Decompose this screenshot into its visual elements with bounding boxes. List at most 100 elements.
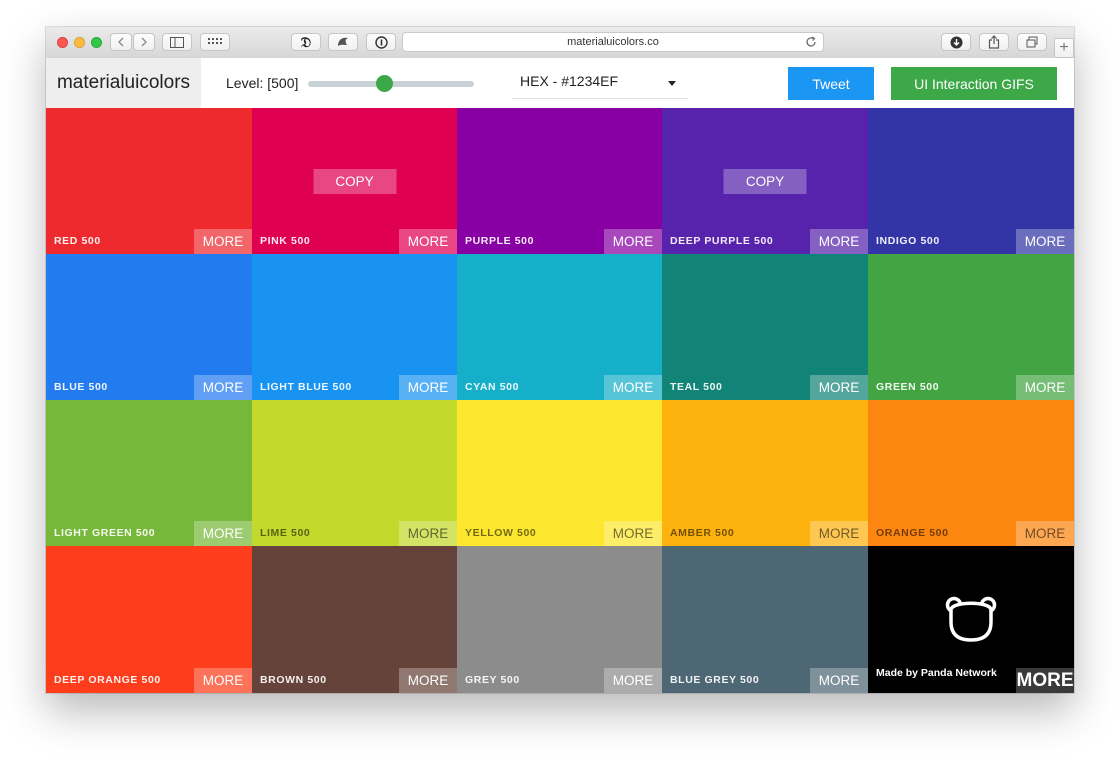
color-name-label: ORANGE 500: [876, 527, 949, 539]
app-header: materialuicolors Level: [500] HEX - #123…: [46, 58, 1074, 108]
reload-icon[interactable]: [805, 36, 817, 48]
more-button[interactable]: MORE: [399, 229, 457, 254]
color-tile-lime-500[interactable]: LIME 500 MORE: [252, 400, 457, 546]
color-tile-indigo-500[interactable]: INDIGO 500 MORE: [868, 108, 1074, 254]
color-tile-brown-500[interactable]: BROWN 500 MORE: [252, 546, 457, 693]
copy-button[interactable]: COPY: [723, 169, 807, 194]
tweet-button[interactable]: Tweet: [788, 67, 874, 100]
chevron-left-icon: [118, 37, 124, 47]
more-button[interactable]: MORE: [604, 375, 662, 400]
more-button[interactable]: MORE: [1016, 375, 1074, 400]
more-button[interactable]: MORE: [399, 375, 457, 400]
more-button[interactable]: MORE: [399, 668, 457, 693]
color-name-label: AMBER 500: [670, 527, 735, 539]
download-icon: [950, 36, 962, 48]
more-button[interactable]: MORE: [810, 668, 868, 693]
share-icon: [988, 35, 1000, 49]
color-name-label: INDIGO 500: [876, 235, 940, 247]
more-button[interactable]: MORE: [1016, 668, 1074, 693]
site-logo[interactable]: materialuicolors: [46, 58, 201, 108]
more-button[interactable]: MORE: [194, 229, 252, 254]
color-tile-cyan-500[interactable]: CYAN 500 MORE: [457, 254, 662, 400]
more-button[interactable]: MORE: [810, 229, 868, 254]
made-by-panda-text[interactable]: Made by Panda Network: [876, 667, 997, 679]
panda-icon: [945, 596, 997, 642]
bird-icon: [338, 37, 348, 46]
color-tile-deep-purple-500[interactable]: COPY DEEP PURPLE 500 MORE: [662, 108, 868, 254]
color-name-label: CYAN 500: [465, 381, 520, 393]
color-name-label: BLUE GREY 500: [670, 674, 760, 686]
caret-down-icon: [668, 81, 676, 86]
more-button[interactable]: MORE: [604, 521, 662, 546]
color-tile-green-500[interactable]: GREEN 500 MORE: [868, 254, 1074, 400]
more-button[interactable]: MORE: [194, 521, 252, 546]
minimize-window-button[interactable]: [74, 37, 85, 48]
url-text: materialuicolors.co: [567, 36, 659, 48]
color-name-label: TEAL 500: [670, 381, 723, 393]
plus-icon: +: [1059, 39, 1069, 56]
color-tile-grey-500[interactable]: GREY 500 MORE: [457, 546, 662, 693]
color-name-label: LIGHT BLUE 500: [260, 381, 352, 393]
share-button[interactable]: [979, 33, 1009, 51]
color-name-label: GREEN 500: [876, 381, 940, 393]
password-manager-button[interactable]: [366, 33, 396, 51]
show-tabs-button[interactable]: [1017, 33, 1047, 51]
color-tile-red-500[interactable]: RED 500 MORE: [46, 108, 252, 254]
color-tile-blue-grey-500[interactable]: BLUE GREY 500 MORE: [662, 546, 868, 693]
color-name-label: DEEP PURPLE 500: [670, 235, 774, 247]
ui-interaction-gifs-button[interactable]: UI Interaction GIFS: [891, 67, 1057, 100]
color-grid: RED 500 MORE COPY PINK 500 MORE PURPLE 500 MOR…: [46, 108, 1074, 693]
color-tile-light-blue-500[interactable]: LIGHT BLUE 500 MORE: [252, 254, 457, 400]
color-name-label: GREY 500: [465, 674, 520, 686]
more-button[interactable]: MORE: [194, 375, 252, 400]
back-button[interactable]: [110, 33, 132, 51]
downloads-button[interactable]: [941, 33, 971, 51]
chevron-right-icon: [141, 37, 147, 47]
panda-network-tile[interactable]: Made by Panda Network MORE: [868, 546, 1074, 693]
color-tile-teal-500[interactable]: TEAL 500 MORE: [662, 254, 868, 400]
more-button[interactable]: MORE: [604, 229, 662, 254]
d-logo-icon: 𝔇: [300, 33, 312, 50]
browser-window: 𝔇 materialuicolors.co + materialuicolors…: [46, 27, 1074, 693]
more-button[interactable]: MORE: [810, 375, 868, 400]
more-button[interactable]: MORE: [810, 521, 868, 546]
level-slider-thumb[interactable]: [376, 75, 393, 92]
color-tile-amber-500[interactable]: AMBER 500 MORE: [662, 400, 868, 546]
color-name-label: PINK 500: [260, 235, 311, 247]
info-circle-icon: [374, 35, 388, 49]
more-button[interactable]: MORE: [399, 521, 457, 546]
color-tile-yellow-500[interactable]: YELLOW 500 MORE: [457, 400, 662, 546]
sidebar-icon: [170, 36, 184, 48]
more-button[interactable]: MORE: [604, 668, 662, 693]
new-tab-button[interactable]: +: [1054, 38, 1074, 58]
color-tile-light-green-500[interactable]: LIGHT GREEN 500 MORE: [46, 400, 252, 546]
more-button[interactable]: MORE: [1016, 229, 1074, 254]
color-name-label: BROWN 500: [260, 674, 327, 686]
extension-bird-button[interactable]: [328, 33, 358, 51]
more-button[interactable]: MORE: [1016, 521, 1074, 546]
color-name-label: BLUE 500: [54, 381, 108, 393]
more-button[interactable]: MORE: [194, 668, 252, 693]
tab-overview-button[interactable]: [200, 33, 230, 51]
color-tile-deep-orange-500[interactable]: DEEP ORANGE 500 MORE: [46, 546, 252, 693]
close-window-button[interactable]: [57, 37, 68, 48]
color-name-label: LIME 500: [260, 527, 311, 539]
color-name-label: DEEP ORANGE 500: [54, 674, 161, 686]
forward-button[interactable]: [133, 33, 155, 51]
color-format-select[interactable]: HEX - #1234EF: [512, 70, 688, 99]
grid-dots-icon: [208, 37, 222, 44]
zoom-window-button[interactable]: [91, 37, 102, 48]
extension-d-button[interactable]: 𝔇: [291, 33, 321, 51]
sidebar-toggle-button[interactable]: [162, 33, 192, 51]
copy-button[interactable]: COPY: [313, 169, 396, 194]
color-name-label: LIGHT GREEN 500: [54, 527, 156, 539]
color-format-value: HEX - #1234EF: [520, 73, 619, 89]
browser-toolbar: 𝔇 materialuicolors.co +: [46, 27, 1074, 59]
color-tile-blue-500[interactable]: BLUE 500 MORE: [46, 254, 252, 400]
color-tile-purple-500[interactable]: PURPLE 500 MORE: [457, 108, 662, 254]
address-bar[interactable]: materialuicolors.co: [402, 32, 824, 52]
color-tile-orange-500[interactable]: ORANGE 500 MORE: [868, 400, 1074, 546]
color-tile-pink-500[interactable]: COPY PINK 500 MORE: [252, 108, 457, 254]
color-name-label: YELLOW 500: [465, 527, 537, 539]
color-name-label: PURPLE 500: [465, 235, 535, 247]
